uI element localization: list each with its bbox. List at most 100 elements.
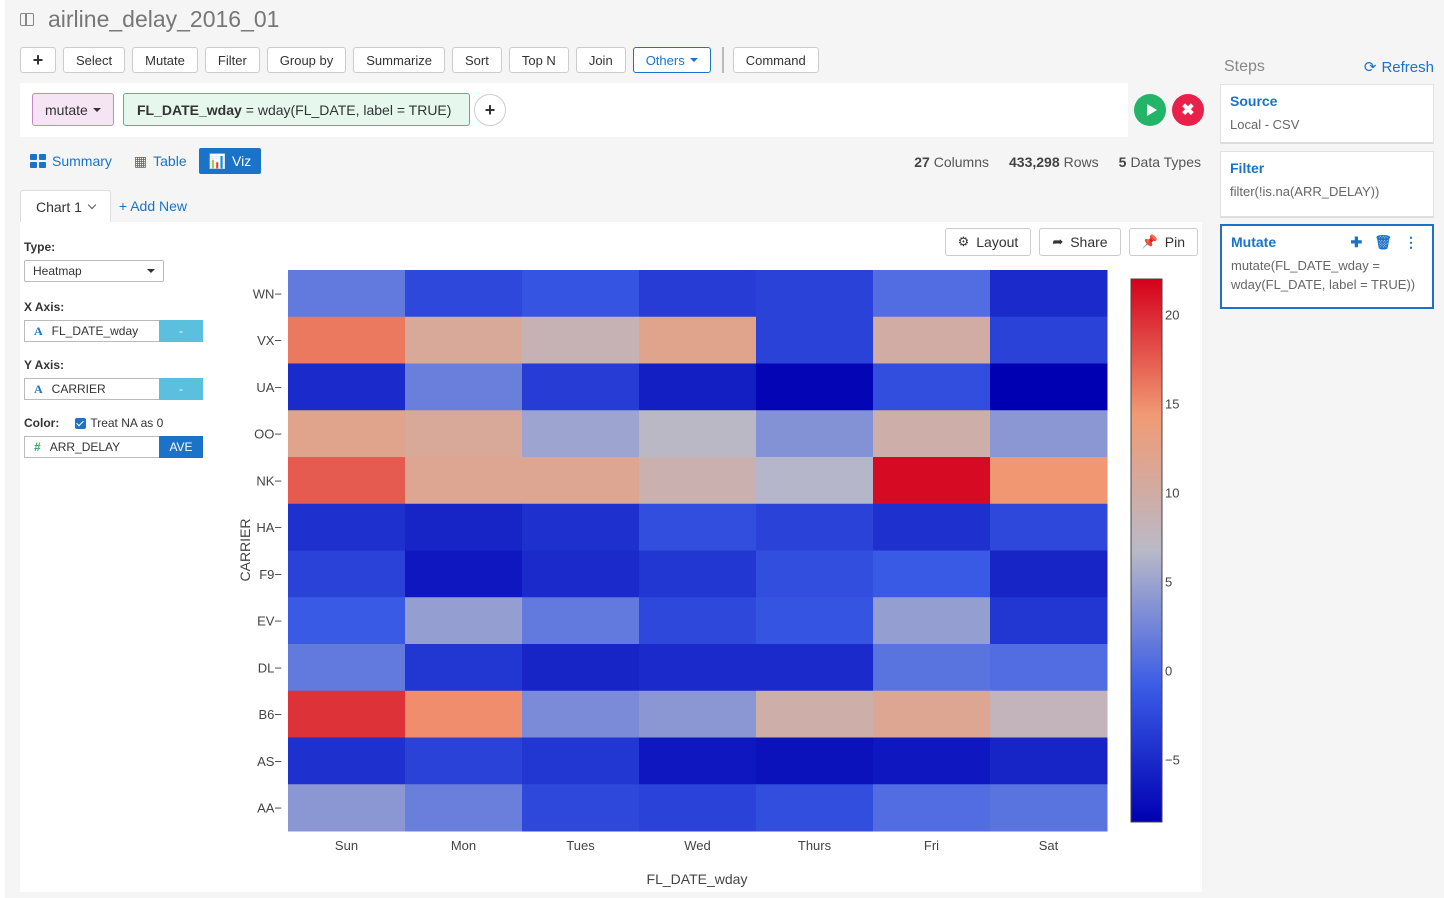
heatmap-cell[interactable] <box>873 316 991 364</box>
treat-na-checkbox[interactable] <box>75 417 87 429</box>
heatmap-cell[interactable] <box>405 550 523 598</box>
heatmap-cell[interactable] <box>873 737 991 785</box>
heatmap-cell[interactable] <box>990 644 1108 692</box>
heatmap-cell[interactable] <box>756 597 874 645</box>
heatmap-cell[interactable] <box>522 550 640 598</box>
heatmap-cell[interactable] <box>639 363 757 411</box>
filter-button[interactable]: Filter <box>204 47 260 73</box>
trash-icon[interactable]: 🗑 <box>1374 234 1392 251</box>
color-column[interactable]: # ARR_DELAY <box>24 436 159 458</box>
heatmap-cell[interactable] <box>288 270 406 318</box>
heatmap-cell[interactable] <box>990 363 1108 411</box>
sort-button[interactable]: Sort <box>452 47 502 73</box>
heatmap-cell[interactable] <box>405 503 523 551</box>
y-axis-agg-button[interactable]: - <box>159 378 203 400</box>
heatmap-cell[interactable] <box>873 457 991 505</box>
heatmap-cell[interactable] <box>288 784 406 832</box>
heatmap-cell[interactable] <box>756 316 874 364</box>
heatmap-cell[interactable] <box>639 503 757 551</box>
heatmap-cell[interactable] <box>990 690 1108 738</box>
heatmap-cell[interactable] <box>288 363 406 411</box>
heatmap-cell[interactable] <box>990 270 1108 318</box>
add-chart-link[interactable]: + Add New <box>111 190 195 222</box>
heatmap-cell[interactable] <box>639 784 757 832</box>
group-by-button[interactable]: Group by <box>266 47 347 73</box>
heatmap-cell[interactable] <box>405 737 523 785</box>
heatmap-cell[interactable] <box>990 737 1108 785</box>
y-axis-column[interactable]: A CARRIER <box>24 378 159 400</box>
refresh-button[interactable]: ⟳ Refresh <box>1364 58 1434 77</box>
verb-selector[interactable]: mutate <box>32 93 114 126</box>
plus-icon[interactable]: ✚ <box>1350 234 1362 251</box>
heatmap-cell[interactable] <box>522 363 640 411</box>
heatmap-cell[interactable] <box>873 270 991 318</box>
heatmap-cell[interactable] <box>756 644 874 692</box>
heatmap-cell[interactable] <box>288 597 406 645</box>
heatmap-cell[interactable] <box>405 410 523 458</box>
heatmap-cell[interactable] <box>756 737 874 785</box>
heatmap-cell[interactable] <box>405 597 523 645</box>
heatmap-cell[interactable] <box>288 503 406 551</box>
heatmap-cell[interactable] <box>873 690 991 738</box>
heatmap-cell[interactable] <box>873 597 991 645</box>
heatmap-cell[interactable] <box>756 363 874 411</box>
tab-summary[interactable]: Summary <box>20 148 122 174</box>
mutate-button[interactable]: Mutate <box>132 47 198 73</box>
step-source[interactable]: Source Local - CSV <box>1220 84 1434 144</box>
heatmap-cell[interactable] <box>756 457 874 505</box>
x-axis-agg-button[interactable]: - <box>159 320 203 342</box>
heatmap-cell[interactable] <box>990 597 1108 645</box>
heatmap-cell[interactable] <box>639 737 757 785</box>
heatmap-cell[interactable] <box>756 270 874 318</box>
heatmap-cell[interactable] <box>990 550 1108 598</box>
step-filter[interactable]: Filter filter(!is.na(ARR_DELAY)) <box>1220 151 1434 218</box>
heatmap-cell[interactable] <box>522 316 640 364</box>
heatmap-cell[interactable] <box>288 316 406 364</box>
heatmap-cell[interactable] <box>873 784 991 832</box>
join-button[interactable]: Join <box>575 47 626 73</box>
heatmap-cell[interactable] <box>756 690 874 738</box>
chart-tab-1[interactable]: Chart 1 <box>20 190 111 222</box>
heatmap-cell[interactable] <box>288 690 406 738</box>
heatmap-cell[interactable] <box>873 644 991 692</box>
select-button[interactable]: Select <box>63 47 126 73</box>
x-axis-column[interactable]: A FL_DATE_wday <box>24 320 159 342</box>
heatmap-cell[interactable] <box>639 644 757 692</box>
pin-button[interactable]: 📌 Pin <box>1128 228 1198 256</box>
step-mutate[interactable]: Mutate ✚ 🗑 ⋮ mutate(FL_DATE_wday = wday(… <box>1220 224 1434 309</box>
tab-table[interactable]: ▦ Table <box>124 148 197 174</box>
heatmap-cell[interactable] <box>639 410 757 458</box>
heatmap-cell[interactable] <box>522 784 640 832</box>
heatmap-cell[interactable] <box>405 457 523 505</box>
heatmap-cell[interactable] <box>405 690 523 738</box>
heatmap-cell[interactable] <box>873 363 991 411</box>
heatmap-cell[interactable] <box>405 784 523 832</box>
heatmap-cell[interactable] <box>522 503 640 551</box>
heatmap-cell[interactable] <box>639 690 757 738</box>
heatmap-cell[interactable] <box>405 316 523 364</box>
heatmap-cell[interactable] <box>639 316 757 364</box>
layout-button[interactable]: ⚙ Layout <box>944 228 1032 256</box>
heatmap-cell[interactable] <box>990 457 1108 505</box>
heatmap-cell[interactable] <box>756 410 874 458</box>
heatmap-cell[interactable] <box>873 550 991 598</box>
heatmap-cell[interactable] <box>522 737 640 785</box>
heatmap-cell[interactable] <box>873 410 991 458</box>
tab-viz[interactable]: 📊 Viz <box>198 148 262 174</box>
heatmap-cell[interactable] <box>522 457 640 505</box>
cancel-button[interactable]: ✖ <box>1172 94 1204 126</box>
heatmap-cell[interactable] <box>756 503 874 551</box>
heatmap-cell[interactable] <box>639 457 757 505</box>
heatmap-cell[interactable] <box>288 457 406 505</box>
heatmap-cell[interactable] <box>288 410 406 458</box>
summarize-button[interactable]: Summarize <box>353 47 446 73</box>
heatmap-cell[interactable] <box>522 644 640 692</box>
heatmap-cell[interactable] <box>990 410 1108 458</box>
heatmap-cell[interactable] <box>288 550 406 598</box>
heatmap-cell[interactable] <box>756 784 874 832</box>
heatmap-chart[interactable]: Sun Mon Tues Wed Thurs Fri Sat WN− VX− UA− OO− NK−… <box>230 262 1200 892</box>
heatmap-cell[interactable] <box>639 270 757 318</box>
top-n-button[interactable]: Top N <box>508 47 569 73</box>
heatmap-cell[interactable] <box>405 363 523 411</box>
expression-token[interactable]: FL_DATE_wday = wday(FL_DATE, label = TRU… <box>123 93 471 126</box>
